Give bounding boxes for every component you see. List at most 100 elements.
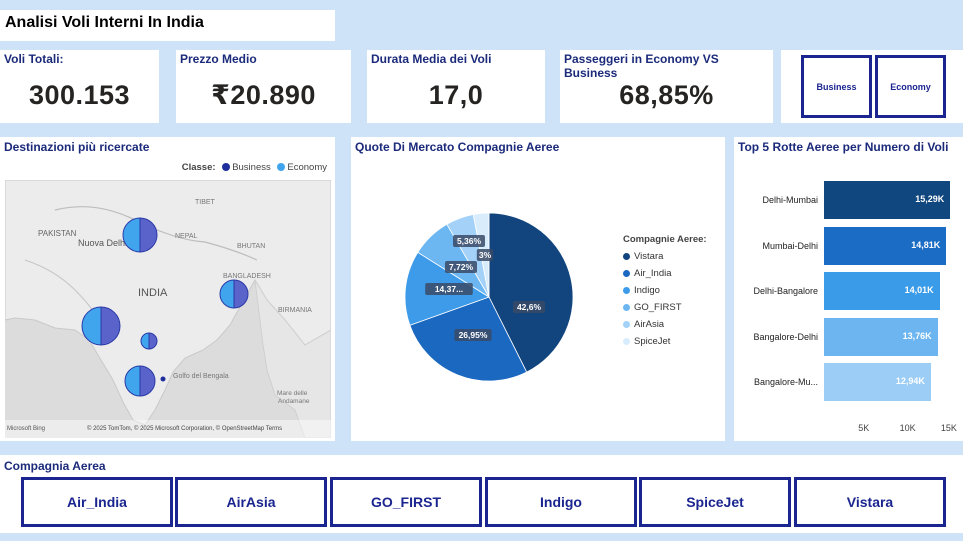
class-button-business[interactable]: Business [801,55,872,118]
legend-dot [623,304,630,311]
kpi-label: Prezzo Medio [180,52,257,66]
bubble-chennai [160,376,166,382]
india-map[interactable]: PAKISTAN Nuova Delhi NEPAL TIBET BHUTAN … [5,180,331,438]
pie-legend-item[interactable]: AirAsia [623,319,707,330]
label-gulf: Golfo del Bengala [173,373,229,380]
kpi-card-avg-price: Prezzo Medio ₹20.890 [176,50,351,123]
label-india: INDIA [138,287,168,299]
class-slicer: Business Economy [781,50,963,123]
airline-button-spicejet[interactable]: SpiceJet [639,477,791,527]
bar-category-label: Bangalore-Mu... [753,377,818,387]
pie-legend-item[interactable]: Air_India [623,268,707,279]
bar-4[interactable]: 12,94K [824,363,931,401]
label-tibet: TIBET [195,199,216,206]
map-legend: Classe: Business Economy [182,162,327,173]
bar-0[interactable]: 15,29K [824,181,951,219]
legend-label: SpiceJet [634,336,671,347]
bar-value-label: 14,81K [911,239,941,250]
pie-legend-item[interactable]: SpiceJet [623,336,707,347]
bing-logo: Microsoft Bing [7,426,45,432]
kpi-label: Voli Totali: [4,52,64,66]
bar-2[interactable]: 14,01K [824,272,940,310]
pie-data-label: 14,37... [425,283,473,295]
bar-category-label: Delhi-Bangalore [753,286,818,296]
svg-text:42,6%: 42,6% [517,302,542,312]
bar-value-label: 15,29K [915,194,945,204]
kpi-card-economy-vs-business: Passeggeri in Economy VS Business 68,85% [560,50,773,123]
label-nepal: NEPAL [175,233,198,240]
pie-data-label: 7,72% [445,261,477,273]
pie-data-label: 26,95% [454,329,492,341]
bar-value-label: 13,76K [902,330,932,341]
pie-data-label: 5,36% [453,235,485,247]
bar-value-label: 14,01K [904,285,934,295]
map-attribution: © 2025 TomTom, © 2025 Microsoft Corporat… [87,425,282,432]
label-pakistan: PAKISTAN [38,229,77,238]
legend-economy: Economy [287,162,327,173]
legend-label: Vistara [634,251,664,262]
svg-text:7,72%: 7,72% [449,262,474,272]
legend-dot [623,270,630,277]
bubble-hyderabad [140,332,158,350]
bar-category-label: Mumbai-Delhi [762,240,818,251]
legend-label: Air_India [634,268,672,279]
bar-3[interactable]: 13,76K [824,317,938,356]
map-title: Destinazioni più ricercate [4,140,150,154]
bar-category-label: Delhi-Mumbai [762,195,818,205]
kpi-value: ₹20.890 [211,80,316,110]
label-bangladesh: BANGLADESH [223,273,271,280]
pie-legend: Compagnie Aeree: Vistara Air_India Indig… [623,234,707,347]
legend-title: Classe: [181,162,216,173]
x-axis-tick: 15K [940,423,957,433]
airline-button-air-india[interactable]: Air_India [21,477,173,527]
legend-business: Business [232,162,271,173]
legend-dot [623,338,630,345]
pie-legend-item[interactable]: Indigo [623,285,707,296]
kpi-value: 17,0 [428,80,484,110]
label-delhi: Nuova Delhi [78,238,127,248]
airline-button-vistara[interactable]: Vistara [794,477,946,527]
svg-text:26,95%: 26,95% [459,330,488,340]
legend-label: GO_FIRST [634,302,682,313]
legend-label: AirAsia [634,319,665,330]
kpi-card-total-flights: Voli Totali: 300.153 [0,50,159,123]
kpi-value: 300.153 [28,80,131,110]
bar-1[interactable]: 14,81K [824,226,947,265]
legend-dot [623,253,630,260]
pie-data-label: 3% [476,249,494,261]
x-axis-tick: 5K [858,423,870,433]
bubble-mumbai [81,306,121,346]
pie-legend-title: Compagnie Aeree: [623,234,707,245]
bubble-bangalore [124,365,156,397]
pie-legend-item[interactable]: Vistara [623,251,707,262]
kpi-value: 68,85% [619,80,714,110]
page-title: Analisi Voli Interni In India [0,10,335,41]
bar-category-label: Bangalore-Delhi [753,331,818,342]
legend-dot [623,287,630,294]
airline-button-airasia[interactable]: AirAsia [175,477,327,527]
bar-value-label: 12,94K [895,376,925,386]
kpi-card-avg-duration: Durata Media dei Voli 17,0 [367,50,545,123]
label-bhutan: BHUTAN [237,243,265,250]
svg-text:5,36%: 5,36% [457,236,482,246]
kpi-label: Passeggeri in Economy VS Business [564,52,719,80]
airline-slicer-title: Compagnia Aerea [4,459,106,473]
airline-button-go-first[interactable]: GO_FIRST [330,477,482,527]
svg-text:14,37...: 14,37... [435,284,463,294]
airline-button-indigo[interactable]: Indigo [485,477,637,527]
legend-dot [623,321,630,328]
legend-dot-economy [277,163,286,172]
pie-legend-item[interactable]: GO_FIRST [623,302,707,313]
legend-label: Indigo [634,285,660,296]
map-canvas: PAKISTAN Nuova Delhi NEPAL TIBET BHUTAN … [5,180,331,438]
label-sea-1: Mare delle [277,390,308,397]
label-sea-2: Andamane [278,398,310,405]
svg-text:3%: 3% [479,250,492,260]
bar-title: Top 5 Rotte Aeree per Numero di Voli [738,140,949,154]
bubble-kolkata [219,279,249,309]
class-button-economy[interactable]: Economy [875,55,946,118]
label-burma: BIRMANIA [278,307,312,314]
bubble-delhi [122,217,158,253]
pie-data-label: 42,6% [513,301,545,313]
x-axis-tick: 10K [899,423,916,433]
